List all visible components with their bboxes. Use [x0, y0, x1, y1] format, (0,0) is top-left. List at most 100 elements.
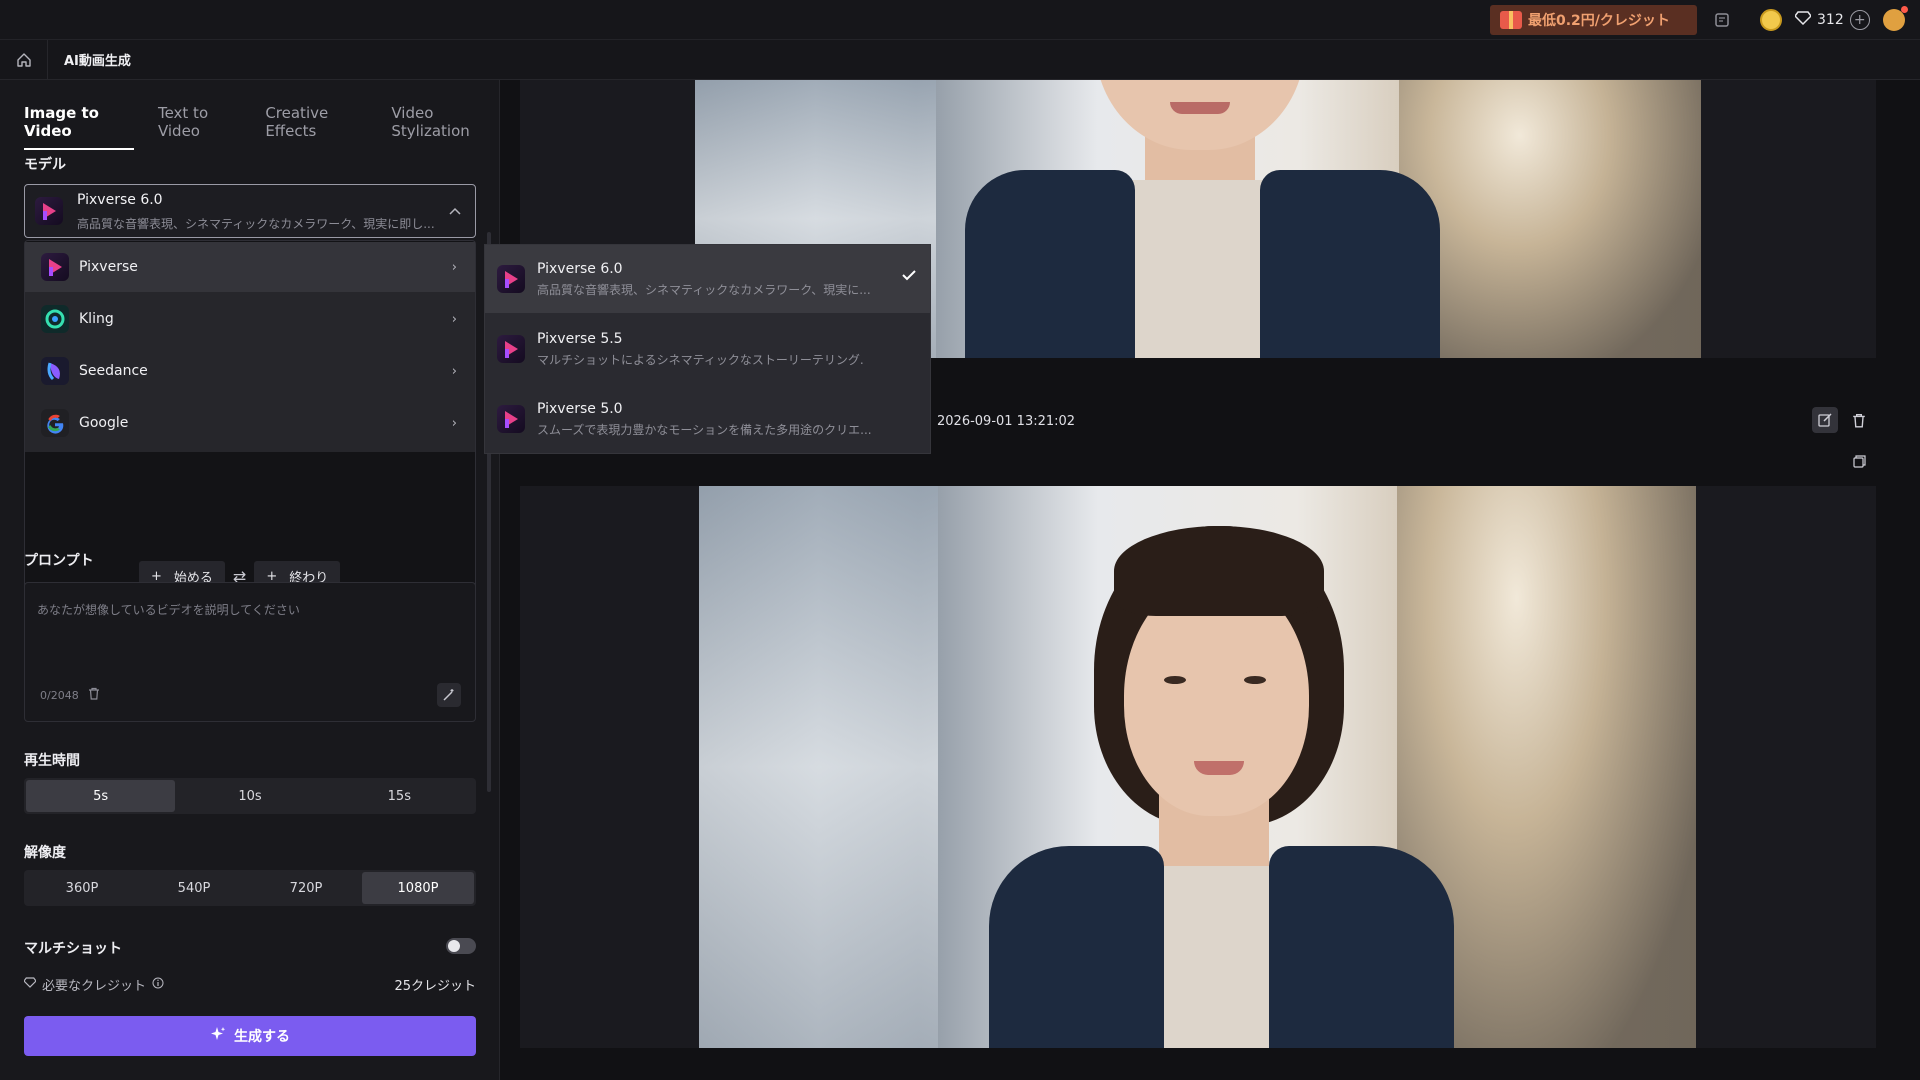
mode-tabs: Image to Video Text to Video Creative Ef…: [24, 104, 499, 150]
credit-balance[interactable]: 312 +: [1794, 9, 1870, 31]
prompt-char-count: 0/2048: [40, 689, 79, 702]
result-video-preview[interactable]: [699, 486, 1696, 1048]
tab-image-to-video[interactable]: Image to Video: [24, 104, 134, 150]
tab-creative-effects[interactable]: Creative Effects: [265, 104, 367, 150]
diamond-icon: [1794, 11, 1812, 29]
diamond-icon: [23, 977, 37, 992]
submodel-name: Pixverse 5.5: [537, 331, 623, 347]
figure-jacket-right: [1260, 170, 1440, 358]
provider-item-pixverse[interactable]: Pixverse ›: [25, 242, 475, 292]
avatar[interactable]: [1883, 6, 1908, 31]
pixverse-logo-icon: [497, 265, 525, 293]
provider-name: Pixverse: [79, 259, 138, 275]
submodel-item[interactable]: Pixverse 5.0 スムーズで表現力豊かなモーションを備えた多用途のクリエ…: [485, 385, 930, 453]
submodel-item[interactable]: Pixverse 5.5 マルチショットによるシネマティックなストーリーテリング…: [485, 315, 930, 383]
submodel-name: Pixverse 5.0: [537, 401, 623, 417]
gift-icon: [1500, 11, 1522, 29]
info-icon[interactable]: [152, 977, 164, 993]
copy-icon[interactable]: [1846, 448, 1872, 474]
selected-model-name: Pixverse 6.0: [77, 192, 163, 208]
kling-logo-icon: [41, 305, 69, 333]
result-card-video: [520, 486, 1876, 1048]
multishot-label: マルチショット: [24, 941, 122, 957]
pixverse-logo-icon: [497, 405, 525, 433]
duration-option[interactable]: 5s: [26, 780, 176, 812]
tab-text-to-video[interactable]: Text to Video: [158, 104, 241, 150]
figure-fringe: [1114, 526, 1324, 616]
required-credits-row: 必要なクレジット 25クレジット: [23, 975, 476, 994]
figure-eye-left: [1164, 676, 1186, 684]
pixverse-logo-icon: [497, 335, 525, 363]
window-backdrop: [699, 486, 939, 1048]
generate-button[interactable]: 生成する: [24, 1016, 476, 1056]
resolution-selector: 360P 540P 720P 1080P: [24, 870, 476, 906]
figure-jacket-right: [1269, 846, 1454, 1048]
provider-item-google[interactable]: Google ›: [25, 398, 475, 448]
top-bar: 最低0.2円/クレジット 312 +: [0, 0, 1920, 40]
results-area: 2026-09-01 13:21:02: [501, 80, 1920, 1080]
figure-jacket-left: [989, 846, 1164, 1048]
credits-label-text: 必要なクレジット: [42, 979, 147, 994]
tab-video-stylization[interactable]: Video Stylization: [391, 104, 499, 150]
duration-label: 再生時間: [24, 753, 80, 769]
duration-option[interactable]: 15s: [325, 780, 474, 812]
sparkle-icon: [210, 1026, 226, 1046]
provider-name: Kling: [79, 311, 114, 327]
resolution-label: 解像度: [24, 845, 66, 861]
model-label: モデル: [24, 157, 66, 173]
provider-item-seedance[interactable]: Seedance ›: [25, 346, 475, 396]
submodel-desc: スムーズで表現力豊かなモーションを備えた多用途のクリエ...: [537, 423, 872, 437]
prompt-label: プロンプト: [24, 553, 94, 569]
prompt-input[interactable]: あなたが想像しているビデオを説明してください 0/2048: [24, 582, 476, 722]
chevron-right-icon: ›: [451, 363, 457, 379]
settings-panel: Image to Video Text to Video Creative Ef…: [0, 80, 500, 1080]
pixverse-logo-icon: [41, 253, 69, 281]
resolution-option[interactable]: 360P: [26, 872, 138, 904]
office-backdrop: [1399, 80, 1701, 358]
home-button[interactable]: [0, 39, 48, 80]
plus-circle-icon[interactable]: +: [1849, 10, 1870, 30]
provider-menu: Pixverse › Kling › Seedance › Google ›: [25, 242, 475, 452]
chevron-right-icon: ›: [451, 259, 457, 275]
promo-banner[interactable]: 最低0.2円/クレジット: [1490, 5, 1697, 35]
required-credits-label: 必要なクレジット: [23, 975, 164, 994]
submodel-name: Pixverse 6.0: [537, 261, 623, 277]
seedance-logo-icon: [41, 357, 69, 385]
edit-icon[interactable]: [1812, 407, 1838, 433]
trash-icon[interactable]: [1846, 407, 1872, 433]
submodel-desc: マルチショットによるシネマティックなストーリーテリング.: [537, 353, 864, 367]
check-icon: [902, 269, 916, 285]
chevron-right-icon: ›: [451, 311, 457, 327]
duration-selector: 5s 10s 15s: [24, 778, 476, 814]
submodel-item[interactable]: Pixverse 6.0 高品質な音響表現、シネマティックなカメラワーク、現実に…: [485, 245, 930, 313]
google-logo-icon: [41, 409, 69, 437]
magic-wand-icon[interactable]: [437, 683, 461, 707]
chevron-right-icon: ›: [451, 415, 457, 431]
coin-icon[interactable]: [1760, 9, 1782, 31]
home-icon: [16, 52, 31, 67]
multishot-toggle[interactable]: [446, 938, 476, 954]
model-submenu: Pixverse 6.0 高品質な音響表現、シネマティックなカメラワーク、現実に…: [484, 244, 931, 454]
provider-name: Seedance: [79, 363, 148, 379]
submodel-desc: 高品質な音響表現、シネマティックなカメラワーク、現実に...: [537, 283, 871, 297]
prompt-placeholder: あなたが想像しているビデオを説明してください: [37, 603, 300, 617]
sub-bar: AI動画生成: [0, 39, 1920, 80]
required-credits-value: 25クレジット: [394, 979, 476, 994]
trash-icon[interactable]: [88, 687, 100, 704]
model-dropdown[interactable]: Pixverse 6.0 高品質な音響表現、シネマティックなカメラワーク、現実に…: [24, 184, 476, 238]
selected-model-desc: 高品質な音響表現、シネマティックなカメラワーク、現実に即し...: [77, 217, 435, 231]
chevron-up-icon: [449, 204, 461, 218]
pixverse-logo-icon: [35, 197, 63, 225]
result-timestamp: 2026-09-01 13:21:02: [937, 414, 1076, 429]
page-title: AI動画生成: [64, 54, 131, 69]
resolution-option[interactable]: 540P: [138, 872, 250, 904]
credit-count: 312: [1817, 12, 1844, 28]
document-icon[interactable]: [1712, 10, 1732, 30]
figure-jacket-left: [965, 170, 1135, 358]
promo-text: 最低0.2円/クレジット: [1528, 13, 1670, 29]
duration-option[interactable]: 10s: [175, 780, 324, 812]
figure-mouth: [1194, 761, 1244, 775]
resolution-option[interactable]: 720P: [250, 872, 362, 904]
resolution-option[interactable]: 1080P: [362, 872, 474, 904]
provider-item-kling[interactable]: Kling ›: [25, 294, 475, 344]
